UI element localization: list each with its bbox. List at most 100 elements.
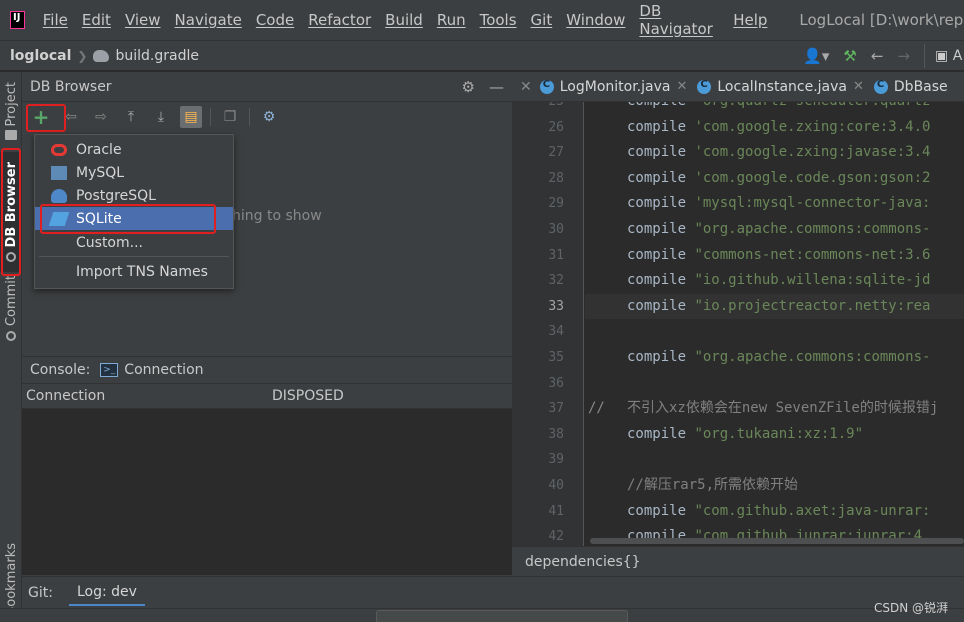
code-line[interactable]: [585, 447, 964, 473]
popup-item-custom[interactable]: Custom...: [35, 231, 233, 254]
java-class-icon: [697, 79, 712, 94]
line-number: 28: [548, 170, 564, 186]
menu-view[interactable]: View: [125, 11, 161, 29]
oracle-icon: [51, 143, 67, 156]
code-line[interactable]: compile "org.tukaani:xz:1.9": [585, 422, 964, 448]
menu-git[interactable]: Git: [531, 11, 553, 29]
toolbar-separator: [210, 108, 211, 126]
build-hammer-icon[interactable]: ⚒: [843, 47, 856, 65]
line-number: 42: [548, 529, 564, 545]
tool-tab-project[interactable]: Project: [0, 78, 22, 144]
menu-build[interactable]: Build: [385, 11, 423, 29]
run-config-letter: A: [952, 48, 963, 64]
code-line[interactable]: //解压rar5,所需依赖开始: [585, 473, 964, 499]
settings-icon[interactable]: ⚙: [258, 106, 280, 128]
code-text: compile "io.projectreactor.netty:rea: [627, 297, 931, 314]
arrow-right-icon[interactable]: ⇨: [90, 106, 112, 128]
menu-tools[interactable]: Tools: [480, 11, 517, 29]
gear-icon[interactable]: ⚙: [462, 78, 475, 96]
bottom-search-field[interactable]: [376, 610, 628, 622]
line-number: 39: [548, 452, 564, 468]
breadcrumb-project[interactable]: loglocal: [10, 48, 71, 64]
horizontal-scrollbar[interactable]: [590, 538, 964, 544]
code-line[interactable]: compile 'com.google.code.gson:gson:2: [585, 166, 964, 192]
line-number: 27: [548, 145, 564, 161]
collapse-all-icon[interactable]: ⤓: [150, 106, 172, 128]
highlight-box-add-button: [26, 104, 66, 132]
code-line[interactable]: compile "org.apache.commons:commons-: [585, 345, 964, 371]
breadcrumb-file[interactable]: build.gradle: [115, 48, 199, 64]
db-browser-toolbar: + ⇦ ⇨ ⤒ ⤓ ▤ ❐ ⚙: [22, 102, 512, 132]
back-arrow-icon[interactable]: ←: [871, 47, 884, 65]
connection-row[interactable]: Connection DISPOSED: [22, 383, 512, 409]
code-line[interactable]: [585, 319, 964, 345]
console-terminal-icon: >_: [100, 363, 119, 377]
tab-dbbase[interactable]: DbBase: [873, 79, 948, 95]
code-text: compile 'com.google.zxing:core:3.4.0: [627, 118, 931, 135]
popup-item-label: PostgreSQL: [76, 187, 156, 204]
menu-file[interactable]: File: [43, 11, 68, 29]
run-config-box[interactable]: ▣ A: [924, 44, 964, 68]
line-number: 36: [548, 375, 564, 391]
menu-code[interactable]: Code: [256, 11, 294, 29]
menu-edit[interactable]: Edit: [82, 11, 111, 29]
code-line[interactable]: [585, 371, 964, 397]
menu-help[interactable]: Help: [733, 11, 767, 29]
folder-icon: [5, 130, 17, 141]
expand-all-icon[interactable]: ⤒: [120, 106, 142, 128]
code-line[interactable]: compile 'com.google.zxing:javase:3.4: [585, 140, 964, 166]
popup-item-label: MySQL: [76, 164, 125, 181]
line-number: 32: [548, 273, 564, 289]
db-browser-header: DB Browser: [22, 72, 512, 102]
postgresql-elephant-icon: [51, 188, 67, 203]
tool-tab-bookmarks[interactable]: Bookmarks: [0, 542, 22, 616]
close-icon[interactable]: ✕: [520, 79, 532, 95]
code-line[interactable]: compile "io.projectreactor.netty:rea: [585, 293, 964, 320]
code-line[interactable]: compile 'mysql:mysql-connector-java:: [585, 191, 964, 217]
code-text: compile "org.apache.commons:commons-: [627, 221, 931, 237]
popup-item-import-tns[interactable]: Import TNS Names: [35, 260, 233, 283]
tab-localinstance[interactable]: LocalInstance.java ✕: [697, 79, 864, 95]
gradle-elephant-icon: [93, 49, 110, 62]
filter-objects-icon[interactable]: ▤: [180, 106, 202, 128]
close-icon[interactable]: ✕: [676, 79, 687, 94]
menu-refactor[interactable]: Refactor: [308, 11, 371, 29]
copy-icon[interactable]: ❐: [219, 106, 241, 128]
code-line[interactable]: compile "com.github.axet:java-unrar:: [585, 499, 964, 525]
connection-status: DISPOSED: [272, 388, 344, 404]
code-line[interactable]: compile "commons-net:commons-net:3.6: [585, 243, 964, 269]
menu-bar: File Edit View Navigate Code Refactor Bu…: [0, 0, 964, 40]
code-text: compile "org.apache.commons:commons-: [627, 349, 931, 365]
tab-logmonitor[interactable]: LogMonitor.java ✕: [539, 79, 687, 95]
connection-name: Connection: [26, 388, 106, 404]
code-line[interactable]: // 不引入xz依赖会在new SevenZFile的时候报错j: [585, 396, 964, 422]
line-number: 29: [548, 196, 564, 212]
line-number: 41: [548, 503, 564, 519]
tool-tab-commit[interactable]: Commit: [0, 272, 22, 344]
menu-window[interactable]: Window: [566, 11, 625, 29]
close-icon[interactable]: ✕: [853, 79, 864, 94]
editor-breadcrumb[interactable]: dependencies{}: [525, 554, 641, 570]
forward-arrow-icon[interactable]: →: [897, 47, 910, 65]
menu-run[interactable]: Run: [437, 11, 466, 29]
code-line[interactable]: compile 'com.google.zxing:core:3.4.0: [585, 115, 964, 141]
code-line[interactable]: compile "org.apache.commons:commons-: [585, 217, 964, 243]
code-line[interactable]: compile 'org.quartz-scheduler:quartz: [585, 102, 964, 115]
console-header: Console: >_ Connection: [22, 357, 512, 383]
chevron-right-icon: ❯: [77, 48, 88, 63]
code-editor[interactable]: compile 'org.quartz-scheduler:quartz comp…: [585, 102, 964, 546]
console-tab-connection[interactable]: Connection: [124, 362, 203, 378]
popup-item-mysql[interactable]: MySQL: [35, 161, 233, 184]
menu-navigate[interactable]: Navigate: [175, 11, 242, 29]
console-body: [22, 409, 512, 575]
minimize-icon[interactable]: —: [489, 78, 504, 96]
git-log-tab[interactable]: Log: dev: [68, 580, 145, 606]
code-line[interactable]: compile "io.github.willena:sqlite-jd: [585, 268, 964, 294]
user-dropdown-icon[interactable]: 👤▾: [803, 47, 829, 65]
popup-item-oracle[interactable]: Oracle: [35, 138, 233, 161]
navigation-bar: loglocal ❯ build.gradle 👤▾ ⚒ ← → ▣ A: [0, 40, 964, 70]
line-number: 34: [548, 324, 564, 340]
popup-item-label: Import TNS Names: [76, 263, 208, 280]
menu-db-navigator[interactable]: DB Navigator: [639, 2, 719, 38]
tool-tab-project-label: Project: [3, 81, 19, 127]
